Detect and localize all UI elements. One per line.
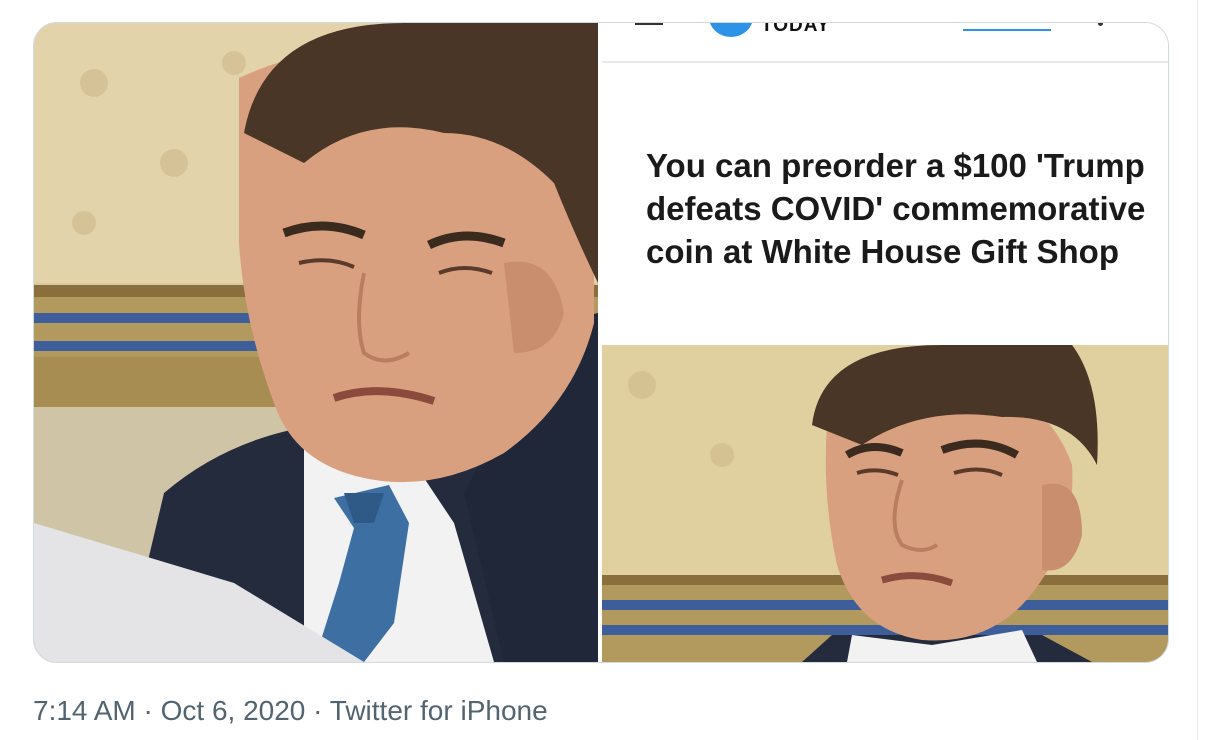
meta-separator: · (305, 695, 330, 726)
tweet-detail-page: TODAY You can preorder a $100 'Trump def… (0, 0, 1210, 740)
chevron-down-icon (1098, 23, 1103, 26)
article-screenshot[interactable]: TODAY You can preorder a $100 'Trump def… (602, 23, 1168, 343)
active-tab-indicator (963, 29, 1051, 31)
tweet-time[interactable]: 7:14 AM (33, 695, 136, 726)
tweet-media-grid: TODAY You can preorder a $100 'Trump def… (33, 22, 1169, 663)
column-divider (1197, 0, 1198, 740)
article-header-bar: TODAY (602, 23, 1168, 63)
article-headline: You can preorder a $100 'Trump defeats C… (646, 147, 1146, 270)
reporter-squint-photo (602, 345, 1168, 662)
photo-left[interactable] (34, 23, 598, 662)
tweet-meta: 7:14 AM · Oct 6, 2020 · Twitter for iPho… (33, 695, 548, 727)
tweet-date[interactable]: Oct 6, 2020 (161, 695, 306, 726)
meta-separator: · (135, 695, 161, 726)
tweet-source-link[interactable]: Twitter for iPhone (330, 695, 548, 726)
brand-name: TODAY (761, 23, 831, 36)
brand-logo-icon (709, 23, 753, 37)
menu-icon (635, 23, 663, 25)
reporter-reaction-photo (34, 23, 598, 662)
photo-bottom-right[interactable] (602, 345, 1168, 662)
